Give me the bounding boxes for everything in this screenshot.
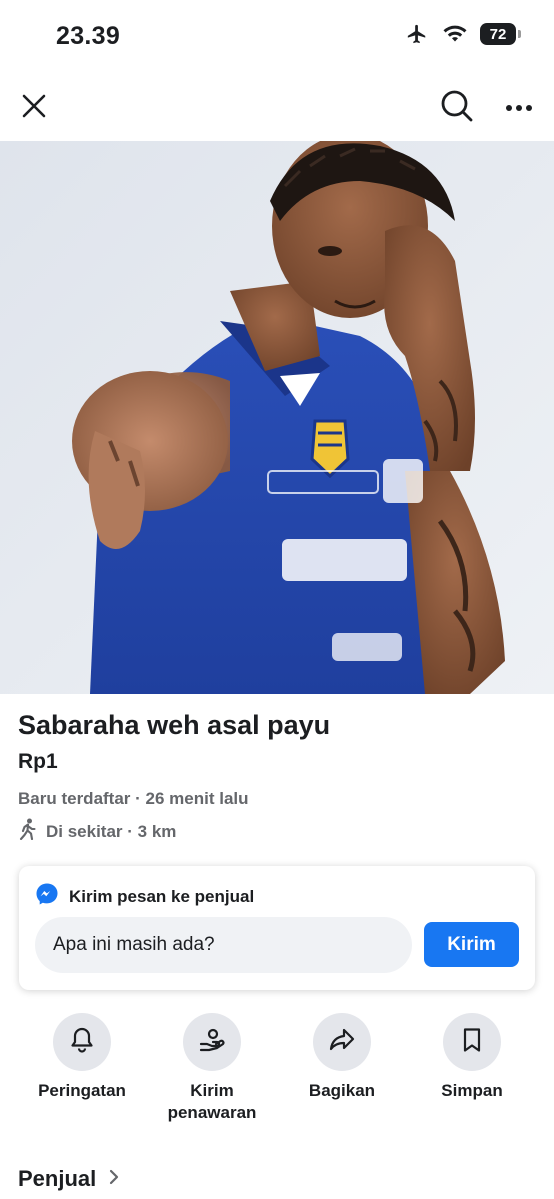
seller-heading: Penjual	[18, 1166, 97, 1191]
location-text: Di sekitar · 3 km	[46, 821, 177, 841]
search-icon	[440, 89, 474, 128]
messenger-icon	[35, 882, 59, 911]
search-button[interactable]	[434, 85, 480, 131]
bell-icon	[69, 1026, 95, 1059]
offer-label: Kirim penawaran	[168, 1080, 257, 1124]
chevron-right-icon	[108, 1166, 120, 1192]
message-seller-card: Kirim pesan ke penjual Kirim	[19, 866, 535, 990]
offer-icon	[198, 1026, 226, 1059]
message-heading-text: Kirim pesan ke penjual	[69, 886, 255, 906]
listing-photo-illustration	[0, 141, 554, 694]
bookmark-icon	[461, 1027, 483, 1058]
more-icon	[505, 99, 533, 117]
send-button[interactable]: Kirim	[424, 922, 519, 967]
close-icon	[21, 93, 47, 124]
battery-level: 72	[489, 25, 507, 43]
alert-label: Peringatan	[38, 1081, 126, 1100]
status-bar: 23.39 72	[0, 0, 554, 75]
offer-circle	[183, 1013, 241, 1071]
listing-photo[interactable]	[0, 141, 554, 694]
top-nav	[0, 75, 554, 141]
send-offer-button[interactable]: Kirim penawaran	[147, 1013, 277, 1124]
message-input[interactable]	[35, 917, 412, 973]
save-circle	[443, 1013, 501, 1071]
save-label: Simpan	[441, 1081, 503, 1100]
listing-location: Di sekitar · 3 km	[18, 818, 176, 845]
close-button[interactable]	[11, 85, 57, 131]
alert-circle	[53, 1013, 111, 1071]
offer-label-line1: Kirim	[190, 1081, 234, 1100]
listing-price: Rp1	[18, 750, 58, 773]
offer-label-line2: penawaran	[167, 1103, 257, 1122]
wifi-icon	[442, 24, 468, 44]
share-label: Bagikan	[308, 1081, 376, 1100]
share-icon	[328, 1027, 356, 1058]
save-button[interactable]: Simpan	[407, 1013, 537, 1102]
more-options-button[interactable]	[496, 85, 542, 131]
status-icons: 72	[404, 23, 521, 45]
listing-title: Sabaraha weh asal payu	[18, 710, 331, 740]
alert-button[interactable]: Peringatan	[17, 1013, 147, 1102]
share-button[interactable]: Bagikan	[277, 1013, 407, 1102]
message-heading: Kirim pesan ke penjual	[35, 882, 254, 911]
walking-person-icon	[18, 818, 38, 845]
battery-icon: 72	[480, 23, 521, 45]
airplane-icon	[404, 23, 430, 45]
seller-section-link[interactable]: Penjual	[18, 1166, 120, 1192]
listing-time: Baru terdaftar · 26 menit lalu	[18, 789, 249, 808]
status-time: 23.39	[56, 22, 121, 50]
share-circle	[313, 1013, 371, 1071]
